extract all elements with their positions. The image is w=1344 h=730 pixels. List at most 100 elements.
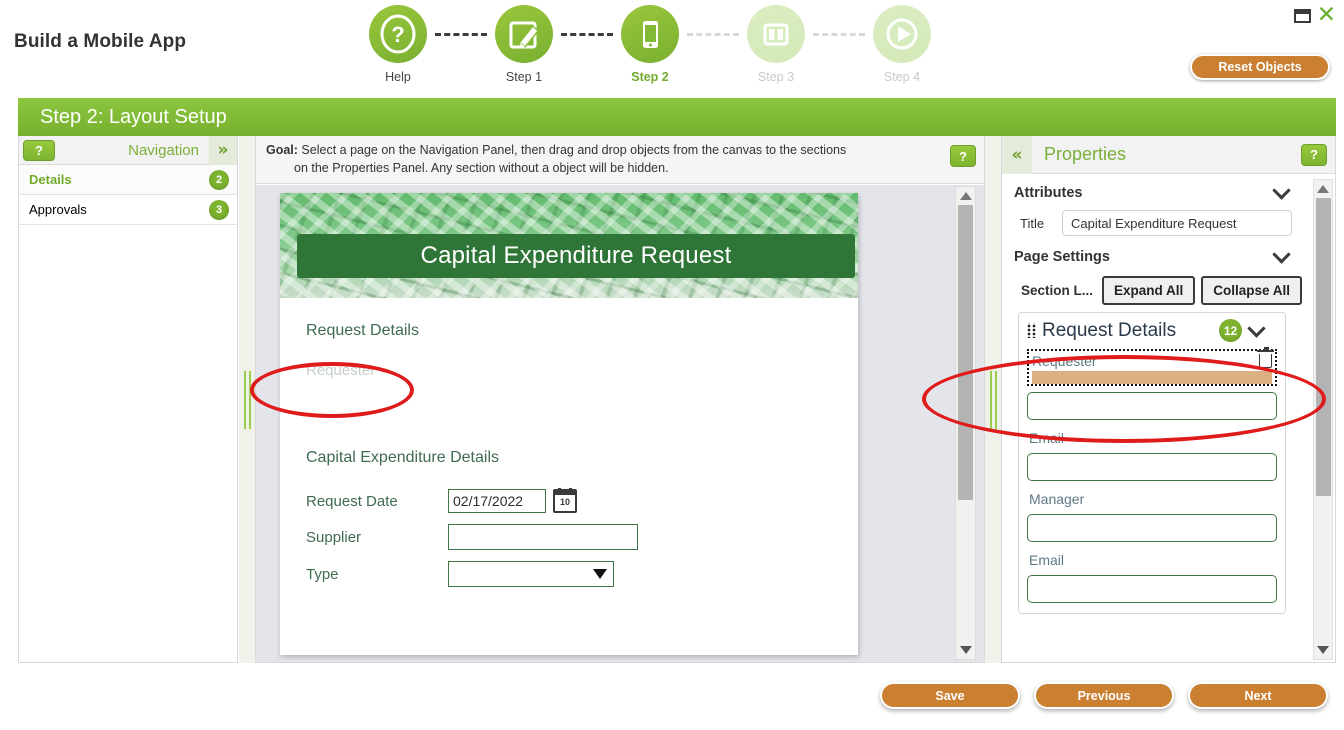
- scroll-down-arrow-icon[interactable]: [959, 646, 972, 654]
- section-toolbar: Section L... Expand All Collapse All: [1018, 274, 1303, 305]
- properties-scrollbar[interactable]: [1313, 179, 1333, 660]
- properties-body: Attributes Title Capital Expenditure Req…: [1002, 175, 1312, 662]
- scroll-up-arrow-icon[interactable]: [959, 192, 972, 200]
- title-input[interactable]: Capital Expenditure Request: [1062, 210, 1292, 236]
- reset-objects-button[interactable]: Reset Objects: [1190, 54, 1330, 80]
- step-help[interactable]: ? Help: [368, 5, 428, 84]
- drag-item-requester[interactable]: Requester: [1027, 347, 1277, 386]
- title-field-label: Title: [1020, 215, 1045, 231]
- properties-title: Properties: [1044, 144, 1127, 164]
- attributes-group-header[interactable]: Attributes: [1014, 181, 1302, 202]
- mobile-phone-icon: [621, 5, 679, 63]
- type-select[interactable]: [448, 561, 614, 587]
- edit-pencil-icon: [495, 5, 553, 63]
- form-banner-title-bar: Capital Expenditure Request: [297, 234, 855, 278]
- email-input-2[interactable]: [1027, 575, 1277, 603]
- previous-button[interactable]: Previous: [1034, 682, 1174, 709]
- play-icon: [873, 5, 931, 63]
- right-splitter-handle[interactable]: [985, 136, 1001, 663]
- trash-icon[interactable]: [1257, 347, 1274, 368]
- requester-input[interactable]: [1027, 392, 1277, 420]
- canvas-form: Request Details Requester Capital Expend…: [280, 298, 858, 587]
- section-header-row[interactable]: Request Details 12: [1019, 313, 1285, 346]
- tab-section-list[interactable]: Section L...: [1018, 276, 1096, 305]
- properties-panel: « Properties ? Attributes Title Capital …: [1001, 135, 1336, 663]
- splitter-grip-icon: [243, 370, 251, 429]
- expand-all-button[interactable]: Expand All: [1102, 276, 1196, 305]
- canvas-row-type: Type: [306, 561, 832, 587]
- chevron-down-icon[interactable]: [1247, 318, 1266, 338]
- step-label: Step 4: [883, 70, 921, 84]
- goal-line1: Select a page on the Navigation Panel, t…: [297, 143, 847, 157]
- page-settings-group-header[interactable]: Page Settings: [1014, 245, 1302, 266]
- collapse-all-button[interactable]: Collapse All: [1201, 276, 1303, 305]
- prop-field-label-email-2: Email: [1029, 552, 1065, 568]
- drag-highlight-bar: [1032, 371, 1272, 384]
- close-icon[interactable]: ✕: [1317, 4, 1336, 27]
- goal-bar: Goal: Select a page on the Navigation Pa…: [256, 136, 984, 184]
- sidebar-item-details[interactable]: Details 2: [19, 165, 237, 195]
- canvas-label: Request Date: [306, 492, 398, 510]
- properties-help-button[interactable]: ?: [1301, 143, 1327, 166]
- email-input-1[interactable]: [1027, 453, 1277, 481]
- chevron-down-icon: [1272, 245, 1291, 264]
- step-progress-indicator: ? Help Step 1 Step 2 Step 3 Step 4: [368, 5, 932, 84]
- request-date-input[interactable]: 02/17/2022: [448, 489, 546, 513]
- step-label: Step 2: [631, 70, 669, 84]
- step-connector: [806, 5, 872, 63]
- goal-help-button[interactable]: ?: [950, 145, 976, 167]
- step-3[interactable]: Step 3: [746, 5, 806, 84]
- section-name: Request Details: [1042, 319, 1177, 341]
- canvas-scroll-area: Capital Expenditure Request Request Deta…: [256, 185, 984, 662]
- canvas-label: Supplier: [306, 528, 362, 546]
- navigation-header: ? Navigation »: [19, 135, 237, 165]
- goal-line2: on the Properties Panel. Any section wit…: [294, 160, 669, 175]
- canvas-field-requester[interactable]: Requester: [306, 362, 832, 379]
- drag-item-label: Requester: [1032, 353, 1097, 369]
- step-4[interactable]: Step 4: [872, 5, 932, 84]
- supplier-input[interactable]: [448, 524, 638, 550]
- main-body: ? Navigation » Details 2 Approvals 3 Goa…: [18, 135, 1336, 664]
- form-banner-image: Capital Expenditure Request: [280, 193, 858, 298]
- navigation-title: Navigation: [128, 141, 199, 159]
- chevron-down-icon: [1272, 181, 1291, 200]
- next-button[interactable]: Next: [1188, 682, 1328, 709]
- chevron-double-right-icon[interactable]: »: [209, 135, 237, 165]
- chevron-double-left-icon[interactable]: «: [1002, 135, 1032, 174]
- canvas-row-supplier: Supplier: [306, 524, 832, 550]
- step-label: Step 1: [505, 70, 543, 84]
- scroll-down-arrow-icon[interactable]: [1317, 646, 1329, 654]
- scrollbar-thumb[interactable]: [1315, 198, 1331, 496]
- calendar-icon[interactable]: 10: [553, 488, 577, 513]
- canvas-details-title: Capital Expenditure Details: [306, 449, 499, 466]
- layout-columns-icon: [747, 5, 805, 63]
- step-connector: [554, 5, 620, 63]
- svg-text:?: ?: [391, 22, 404, 47]
- canvas-section-title: Request Details: [306, 322, 419, 339]
- scrollbar-thumb[interactable]: [958, 205, 973, 500]
- canvas-scrollbar[interactable]: [955, 186, 976, 660]
- mobile-form-preview: Capital Expenditure Request Request Deta…: [280, 193, 858, 655]
- nav-item-badge: 3: [209, 199, 229, 220]
- save-button[interactable]: Save: [880, 682, 1020, 709]
- step-1[interactable]: Step 1: [494, 5, 554, 84]
- drag-handle-icon[interactable]: [1027, 323, 1036, 338]
- nav-item-label: Approvals: [29, 202, 87, 217]
- step-label: Help: [385, 70, 411, 84]
- canvas-panel: Goal: Select a page on the Navigation Pa…: [255, 136, 985, 663]
- left-splitter-handle[interactable]: [239, 136, 255, 663]
- goal-text: Goal: Select a page on the Navigation Pa…: [266, 142, 938, 177]
- manager-input[interactable]: [1027, 514, 1277, 542]
- canvas-label: Type: [306, 565, 339, 583]
- navigation-help-button[interactable]: ?: [23, 139, 55, 161]
- drag-item-top: Requester: [1032, 347, 1274, 369]
- section-card: Request Details 12 Requester Email Manag…: [1018, 312, 1286, 614]
- chevron-down-icon: [593, 569, 607, 579]
- scroll-up-arrow-icon[interactable]: [1317, 185, 1329, 193]
- step-banner-title: Step 2: Layout Setup: [40, 105, 227, 128]
- sidebar-item-approvals[interactable]: Approvals 3: [19, 195, 237, 225]
- minimize-icon[interactable]: [1293, 8, 1311, 23]
- canvas-spacer: [306, 379, 832, 449]
- step-2[interactable]: Step 2: [620, 5, 680, 84]
- question-mark-icon: ?: [369, 5, 427, 63]
